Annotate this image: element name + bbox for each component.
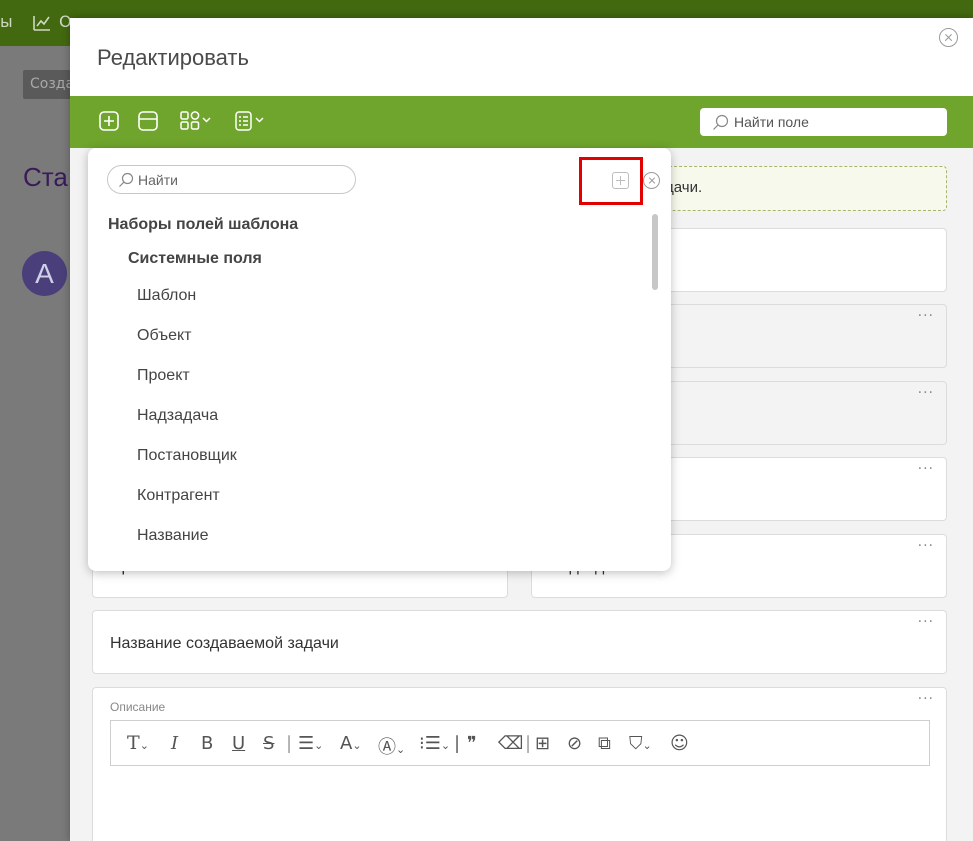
text-size-icon[interactable]: T⌄ xyxy=(127,732,149,754)
rich-text-toolbar: T⌄ I B U S | ☰⌄ A⌄ Ⓐ⌄ ⁝☰⌄ | ❞ ⌫ | ⊞ ⊘ ⧉ … xyxy=(110,720,930,766)
list-item[interactable]: Название xyxy=(137,527,209,545)
table-icon[interactable]: ⊞ xyxy=(535,733,550,754)
template-list-icon[interactable] xyxy=(234,110,268,132)
emoji-icon[interactable]: ☺ xyxy=(670,733,689,754)
list-item[interactable]: Объект xyxy=(137,327,191,345)
field-set-popup: Наборы полей шаблона Системные поля Шабл… xyxy=(88,148,671,571)
list-icon[interactable]: ⁝☰⌄ xyxy=(419,733,450,754)
more-options-icon[interactable]: ··· xyxy=(918,309,934,323)
code-icon[interactable]: ⧉ xyxy=(598,733,611,754)
list-item[interactable]: Надзадача xyxy=(137,407,218,425)
avatar[interactable]: А xyxy=(22,251,67,296)
close-icon[interactable] xyxy=(939,28,958,47)
clear-format-icon[interactable]: ⌫ xyxy=(498,733,523,754)
italic-icon[interactable]: I xyxy=(171,733,178,754)
more-options-icon[interactable]: ··· xyxy=(918,615,934,629)
divider: | xyxy=(525,733,532,754)
more-options-icon[interactable]: ··· xyxy=(918,386,934,400)
bold-icon[interactable]: B xyxy=(201,733,213,754)
scrollbar-thumb[interactable] xyxy=(652,214,658,290)
page-title: Ста xyxy=(23,162,68,192)
description-label: Описание xyxy=(110,700,166,714)
divider: | xyxy=(286,733,293,754)
highlight-icon[interactable]: Ⓐ⌄ xyxy=(378,733,405,759)
more-options-icon[interactable]: ··· xyxy=(918,462,934,476)
font-color-icon[interactable]: A⌄ xyxy=(340,733,362,754)
highlight-frame xyxy=(579,157,643,205)
bookmark-icon[interactable]: ⛉⌄ xyxy=(629,733,652,754)
more-options-icon[interactable]: ··· xyxy=(918,692,934,706)
analytics-icon[interactable] xyxy=(32,12,52,36)
popup-search-input[interactable] xyxy=(138,171,338,189)
list-item[interactable]: Проект xyxy=(137,367,190,385)
search-icon xyxy=(118,172,134,192)
close-icon[interactable] xyxy=(643,172,660,189)
layout-grid-icon[interactable] xyxy=(179,110,215,132)
task-name-value[interactable]: Название создаваемой задачи xyxy=(110,635,339,653)
nav-item-fragment[interactable]: ы xyxy=(0,12,13,31)
modal-header: Редактировать xyxy=(70,18,973,96)
task-name-field-card[interactable]: ··· Название создаваемой задачи xyxy=(92,610,947,674)
quote-icon[interactable]: ❞ xyxy=(467,733,477,754)
field-search-input[interactable] xyxy=(734,112,934,132)
modal-title: Редактировать xyxy=(97,45,249,70)
modal-toolbar xyxy=(70,96,973,148)
more-options-icon[interactable]: ··· xyxy=(918,539,934,553)
panel-icon[interactable] xyxy=(137,110,159,132)
add-field-icon[interactable] xyxy=(98,110,120,132)
field-search xyxy=(700,108,947,136)
description-field-card[interactable]: ··· Описание T⌄ I B U S | ☰⌄ A⌄ Ⓐ⌄ ⁝☰⌄ |… xyxy=(92,687,947,841)
group-title[interactable]: Наборы полей шаблона xyxy=(108,216,298,234)
list-item[interactable]: Постановщик xyxy=(137,447,237,465)
divider: | xyxy=(454,733,461,754)
subgroup-title[interactable]: Системные поля xyxy=(128,250,262,268)
underline-icon[interactable]: U xyxy=(232,733,245,754)
strikethrough-icon[interactable]: S xyxy=(263,733,274,754)
search-icon xyxy=(712,114,730,136)
list-item[interactable]: Контрагент xyxy=(137,487,220,505)
popup-search xyxy=(107,165,356,194)
list-item[interactable]: Шаблон xyxy=(137,287,196,305)
link-icon[interactable]: ⊘ xyxy=(567,733,582,754)
align-icon[interactable]: ☰⌄ xyxy=(298,733,323,754)
